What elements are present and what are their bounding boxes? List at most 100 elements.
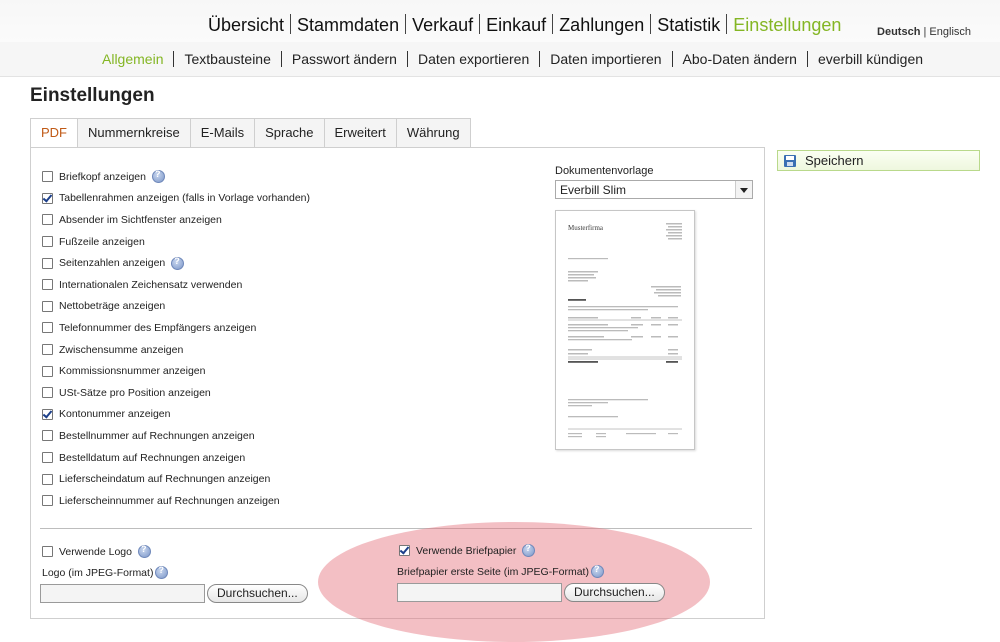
pdf-option-row: Telefonnummer des Empfängers anzeigen — [42, 317, 310, 339]
main-menu: Übersicht Stammdaten Verkauf Einkauf Zahlung… — [208, 14, 841, 36]
pdf-option-row: Nettobeträge anzeigen — [42, 296, 310, 318]
nav-verkauf[interactable]: Verkauf — [412, 15, 473, 36]
option-label: Lieferscheinnummer auf Rechnungen anzeig… — [59, 494, 280, 507]
tab-erweitert[interactable]: Erweitert — [323, 118, 397, 147]
nav-separator — [405, 14, 407, 34]
letterhead-browse-button[interactable]: Durchsuchen... — [564, 583, 665, 602]
help-icon[interactable] — [522, 543, 536, 557]
top-navigation: Übersicht Stammdaten Verkauf Einkauf Zahlung… — [0, 0, 1000, 42]
help-icon[interactable] — [155, 565, 169, 579]
subnav-everbill-kuendigen[interactable]: everbill kündigen — [818, 51, 923, 67]
subnav-passwort-aendern[interactable]: Passwort ändern — [292, 51, 397, 67]
logo-file-input[interactable] — [40, 584, 205, 603]
logo-checkbox-label: Verwende Logo — [59, 545, 132, 558]
letterhead-checkbox[interactable] — [399, 545, 410, 556]
option-checkbox[interactable] — [42, 344, 53, 356]
tab-waehrung[interactable]: Währung — [395, 118, 471, 147]
subnav-separator — [280, 51, 282, 67]
tab-nummernkreise[interactable]: Nummernkreise — [77, 118, 191, 147]
pdf-option-row: Absender im Sichtfenster anzeigen — [42, 209, 310, 231]
chevron-down-icon[interactable] — [735, 181, 752, 198]
option-label: USt-Sätze pro Position anzeigen — [59, 386, 211, 399]
tab-e-mails[interactable]: E-Mails — [189, 118, 256, 147]
subnav-separator — [806, 51, 808, 67]
language-englisch[interactable]: Englisch — [929, 26, 971, 38]
option-checkbox[interactable] — [42, 257, 53, 269]
option-checkbox[interactable] — [42, 430, 53, 442]
option-label: Seitenzahlen anzeigen — [59, 257, 166, 270]
save-button-label: Speichern — [805, 153, 864, 168]
tab-pdf[interactable]: PDF — [30, 118, 78, 149]
nav-zahlungen[interactable]: Zahlungen — [559, 15, 644, 36]
nav-separator — [552, 14, 554, 34]
help-icon[interactable] — [137, 544, 151, 558]
nav-separator — [726, 14, 728, 34]
page-title: Einstellungen — [30, 85, 155, 106]
template-select[interactable]: Everbill Slim — [555, 180, 753, 199]
subnav-daten-importieren[interactable]: Daten importieren — [550, 51, 661, 67]
subnav-separator — [173, 51, 175, 67]
subnav-separator — [406, 51, 408, 67]
option-label: Zwischensumme anzeigen — [59, 343, 184, 356]
nav-einstellungen[interactable]: Einstellungen — [733, 15, 841, 36]
nav-uebersicht[interactable]: Übersicht — [208, 15, 284, 36]
option-label: Kontonummer anzeigen — [59, 408, 171, 421]
help-icon[interactable] — [151, 169, 165, 184]
pdf-option-row: Seitenzahlen anzeigen — [42, 252, 310, 274]
settings-tabs: PDF Nummernkreise E-Mails Sprache Erweit… — [30, 118, 471, 149]
subnav-separator — [671, 51, 673, 67]
option-checkbox[interactable] — [42, 214, 53, 226]
nav-stammdaten[interactable]: Stammdaten — [297, 15, 399, 36]
letterhead-upload: Durchsuchen... — [397, 583, 665, 602]
save-button[interactable]: Speichern — [777, 150, 980, 171]
letterhead-option: Verwende Briefpapier — [399, 543, 536, 557]
language-deutsch[interactable]: Deutsch — [877, 26, 920, 38]
option-checkbox[interactable] — [42, 236, 53, 248]
pdf-option-row: USt-Sätze pro Position anzeigen — [42, 382, 310, 404]
option-label: Fußzeile anzeigen — [59, 235, 145, 248]
option-checkbox[interactable] — [42, 387, 53, 399]
nav-statistik[interactable]: Statistik — [657, 15, 720, 36]
pdf-option-row: Lieferscheindatum auf Rechnungen anzeige… — [42, 468, 310, 490]
option-label: Telefonnummer des Empfängers anzeigen — [59, 321, 257, 334]
option-label: Bestellnummer auf Rechnungen anzeigen — [59, 429, 255, 442]
subnav-allgemein[interactable]: Allgemein — [102, 51, 163, 67]
sub-navigation: Allgemein Textbausteine Passwort ändern Dat… — [0, 42, 1000, 77]
option-label: Absender im Sichtfenster anzeigen — [59, 213, 222, 226]
help-icon[interactable] — [171, 256, 185, 270]
subnav-textbausteine[interactable]: Textbausteine — [184, 51, 270, 67]
language-separator: | — [923, 26, 927, 38]
option-checkbox[interactable] — [42, 171, 53, 183]
help-icon[interactable] — [590, 564, 604, 578]
nav-separator — [479, 14, 481, 34]
tab-sprache[interactable]: Sprache — [254, 118, 325, 147]
option-checkbox[interactable] — [42, 279, 53, 291]
template-label: Dokumentenvorlage — [555, 165, 654, 177]
option-checkbox[interactable] — [42, 452, 53, 464]
option-checkbox[interactable] — [42, 192, 53, 204]
option-checkbox[interactable] — [42, 408, 53, 420]
section-divider — [40, 528, 752, 529]
pdf-option-row: Fußzeile anzeigen — [42, 231, 310, 253]
option-checkbox[interactable] — [42, 473, 53, 485]
option-label: Lieferscheindatum auf Rechnungen anzeige… — [59, 473, 271, 486]
logo-checkbox[interactable] — [42, 546, 53, 557]
option-checkbox[interactable] — [42, 300, 53, 312]
option-checkbox[interactable] — [42, 365, 53, 377]
option-label: Tabellenrahmen anzeigen (falls in Vorlag… — [59, 192, 310, 205]
pdf-option-row: Bestellnummer auf Rechnungen anzeigen — [42, 425, 310, 447]
letterhead-file-input[interactable] — [397, 583, 562, 602]
option-checkbox[interactable] — [42, 322, 53, 334]
subnav-daten-exportieren[interactable]: Daten exportieren — [418, 51, 529, 67]
logo-upload: Durchsuchen... — [40, 584, 308, 603]
nav-einkauf[interactable]: Einkauf — [486, 15, 546, 36]
logo-field-label: Logo (im JPEG-Format) — [42, 566, 154, 579]
option-label: Bestelldatum auf Rechnungen anzeigen — [59, 451, 246, 464]
template-preview-image: Musterfirma — [555, 210, 695, 450]
logo-option: Verwende Logo — [42, 544, 151, 558]
logo-browse-button[interactable]: Durchsuchen... — [207, 584, 308, 603]
language-switcher: Deutsch | Englisch — [877, 26, 971, 38]
option-checkbox[interactable] — [42, 495, 53, 507]
pdf-option-row: Zwischensumme anzeigen — [42, 339, 310, 361]
subnav-abo-daten-aendern[interactable]: Abo-Daten ändern — [683, 51, 797, 67]
